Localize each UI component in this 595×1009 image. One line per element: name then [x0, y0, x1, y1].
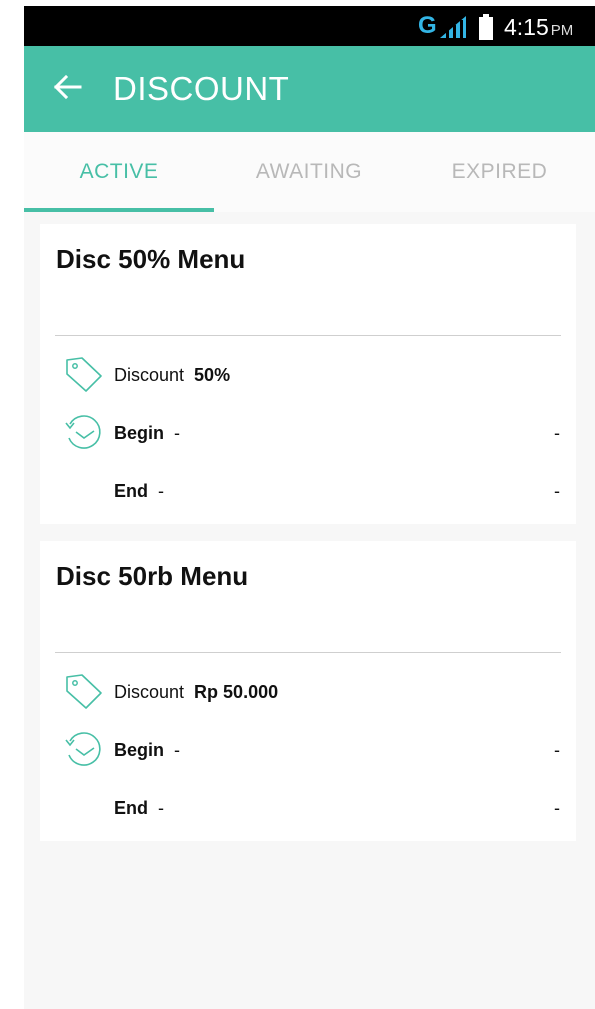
clock-history-icon [65, 732, 101, 766]
discount-label: Discount Rp 50.000 [114, 682, 278, 703]
clock-time: 4:15 [504, 14, 549, 40]
tab-active[interactable]: ACTIVE [24, 132, 214, 212]
clock-ampm: PM [550, 22, 574, 39]
discount-label: Discount 50% [114, 365, 230, 386]
begin-row: Begin - - [40, 729, 576, 769]
signal-icon [440, 16, 466, 38]
tag-icon [66, 357, 102, 392]
end-label: End - [114, 798, 164, 819]
status-bar: G 4:15 PM [24, 6, 595, 46]
end-right-value: - [554, 481, 560, 501]
page-title: DISCOUNT [113, 70, 290, 107]
back-arrow-icon[interactable] [52, 74, 82, 100]
begin-value: - [174, 740, 181, 760]
begin-label-text: Begin [114, 423, 165, 443]
discount-card[interactable]: Disc 50rb Menu Discount Rp 50.000 Begin … [40, 541, 576, 841]
phone-screen: G 4:15 PM DISCOUNT ACTIVE AWAITING EXPIRE… [24, 6, 595, 1009]
begin-right-value: - [554, 423, 560, 443]
tab-bar: ACTIVE AWAITING EXPIRED [24, 132, 595, 212]
end-label: End - [114, 481, 164, 502]
begin-label: Begin - [114, 740, 180, 761]
end-row: End - - [40, 470, 576, 510]
begin-row: Begin - - [40, 412, 576, 452]
card-divider [55, 652, 561, 653]
end-label-text: End [114, 798, 148, 818]
end-value: - [158, 481, 165, 501]
card-title: Disc 50rb Menu [56, 561, 249, 591]
tab-awaiting[interactable]: AWAITING [214, 132, 404, 212]
end-value: - [158, 798, 165, 818]
discount-row: Discount Rp 50.000 [40, 671, 576, 711]
begin-label-text: Begin [114, 740, 165, 760]
clock-history-icon [65, 415, 101, 449]
begin-right-value: - [554, 740, 560, 760]
discount-value: 50% [194, 365, 231, 385]
network-type: G [418, 12, 437, 39]
tag-icon [66, 674, 102, 709]
begin-label: Begin - [114, 423, 180, 444]
discount-card[interactable]: Disc 50% Menu Discount 50% Begin - - End… [40, 224, 576, 524]
discount-label-text: Discount [114, 682, 185, 702]
end-row: End - - [40, 787, 576, 827]
discount-label-text: Discount [114, 365, 185, 385]
battery-icon [479, 14, 493, 40]
discount-row: Discount 50% [40, 354, 576, 394]
status-clock: 4:15 PM [504, 14, 573, 41]
begin-value: - [174, 423, 181, 443]
card-divider [55, 335, 561, 336]
tab-expired[interactable]: EXPIRED [404, 132, 595, 212]
app-bar: DISCOUNT [24, 46, 595, 132]
card-title: Disc 50% Menu [56, 244, 246, 274]
discount-value: Rp 50.000 [194, 682, 279, 702]
end-label-text: End [114, 481, 148, 501]
end-right-value: - [554, 798, 560, 818]
